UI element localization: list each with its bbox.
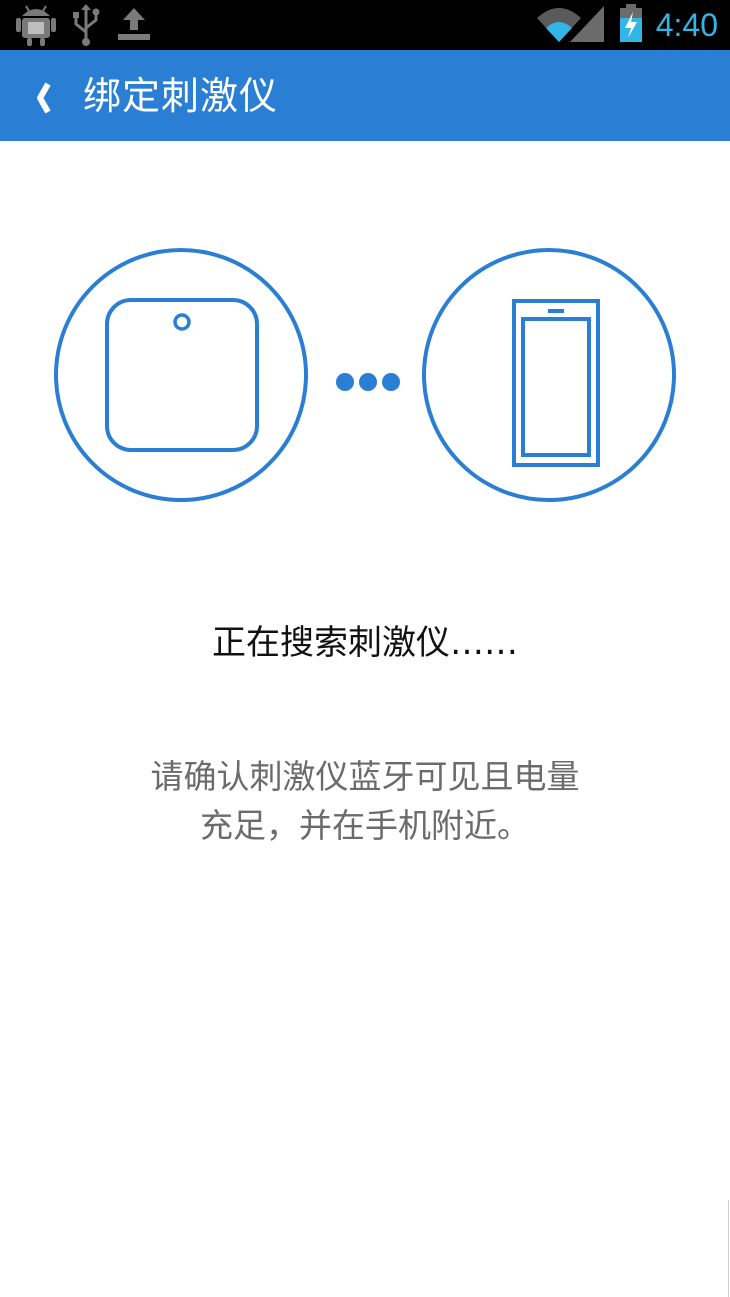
status-time: 4:40 [655, 7, 718, 43]
status-bar: 4:40 [0, 0, 730, 50]
pairing-illustration [0, 240, 730, 510]
page-title: 绑定刺激仪 [83, 74, 279, 118]
searching-status-text: 正在搜索刺激仪…… [212, 623, 518, 663]
back-button[interactable] [22, 72, 70, 120]
phone-icon [422, 248, 676, 502]
android-debug-icon [16, 5, 56, 46]
hint-text: 请确认刺激仪蓝牙可见且电量 充足，并在手机附近。 [100, 752, 630, 850]
hint-line-1: 请确认刺激仪蓝牙可见且电量 [150, 757, 580, 796]
battery-charging-icon [620, 4, 642, 42]
connecting-dots-icon [336, 373, 400, 391]
edge-divider [728, 1200, 729, 1297]
chevron-left-icon [37, 82, 51, 114]
stimulator-device-icon [54, 248, 308, 502]
app-bar: 绑定刺激仪 [0, 50, 730, 141]
usb-icon [73, 4, 100, 46]
hint-line-2: 充足，并在手机附近。 [200, 806, 530, 845]
upload-icon [118, 8, 150, 40]
signal-icon [570, 6, 604, 42]
